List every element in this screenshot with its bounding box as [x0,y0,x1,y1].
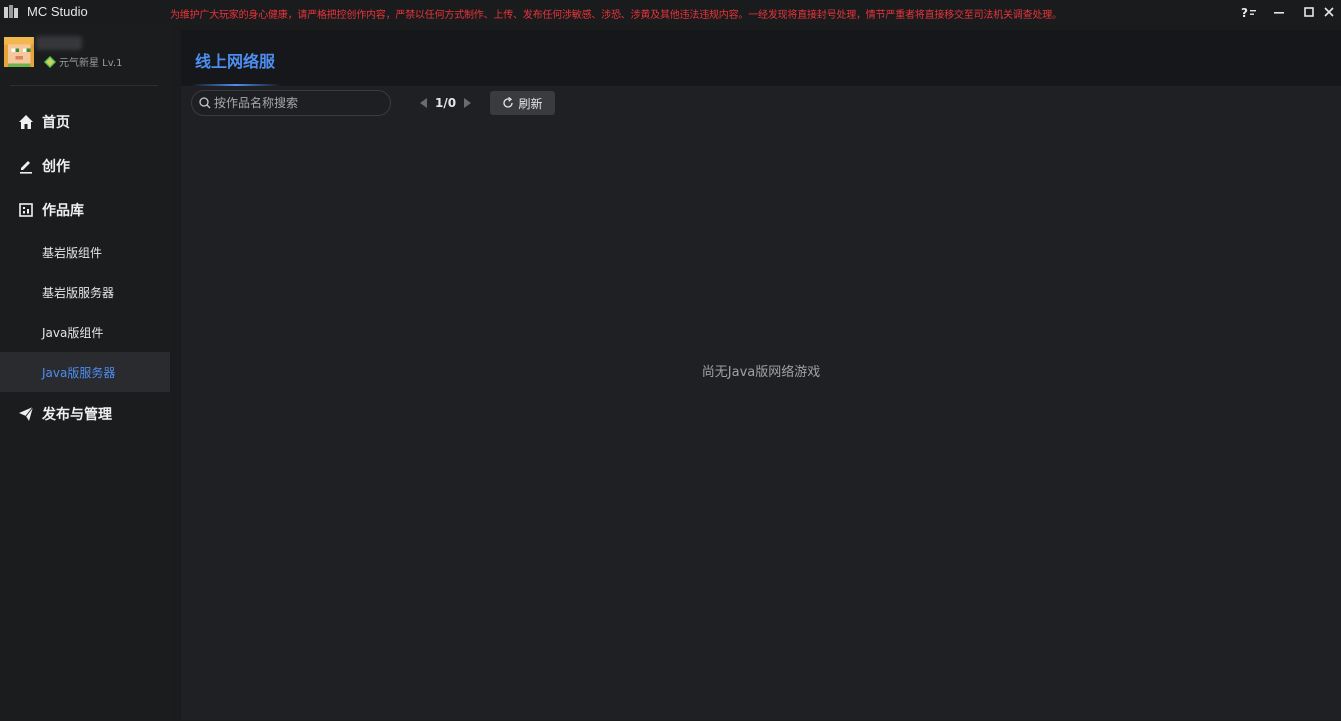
maximize-icon[interactable] [1298,2,1320,22]
search-input[interactable] [214,96,384,110]
send-icon [18,406,34,422]
title-underline [191,84,281,86]
nav-label: 创作 [42,159,70,175]
library-icon [18,202,34,218]
pencil-icon [18,158,34,174]
prev-page-icon[interactable] [419,98,429,108]
page-title: 线上网络服 [195,52,276,71]
avatar[interactable] [4,37,34,67]
nav-item-home[interactable]: 首页 [0,100,170,144]
nav-item-publish[interactable]: 发布与管理 [0,392,170,436]
title-bar: MC Studio 为维护广大玩家的身心健康，请严格把控创作内容，严禁以任何方式… [0,0,1341,24]
sidebar-item-java-components[interactable]: Java版组件 [0,312,170,352]
refresh-label: 刷新 [518,96,543,111]
divider [10,85,158,86]
sidebar-item-java-servers[interactable]: Java版服务器 [0,352,170,392]
level-badge: 元气新星 Lv.1 [44,54,122,69]
diamond-icon [44,55,56,68]
app-title: MC Studio [27,4,88,19]
next-page-icon[interactable] [462,98,472,108]
sidebar-item-bedrock-components[interactable]: 基岩版组件 [0,232,170,272]
help-icon[interactable]: ? [1238,2,1260,22]
search-icon [199,97,211,109]
username-blurred [36,36,82,50]
minimize-icon[interactable] [1268,2,1290,22]
nav-label: 首页 [42,115,70,131]
empty-state-message: 尚无Java版网络游戏 [701,365,821,380]
close-icon[interactable] [1318,2,1340,22]
nav-label: 作品库 [42,203,84,219]
home-icon [18,114,34,130]
nav-label: 发布与管理 [42,407,112,423]
search-box[interactable] [191,90,391,116]
page-indicator: 1/0 [435,96,457,110]
page-header: 线上网络服 [181,30,1341,86]
nav-item-create[interactable]: 创作 [0,144,170,188]
sidebar-item-bedrock-servers[interactable]: 基岩版服务器 [0,272,170,312]
level-text: 元气新星 Lv.1 [59,58,123,69]
main-panel: 线上网络服 1/0 刷新 尚无Java版网络游戏 [181,30,1341,720]
content-notice: 为维护广大玩家的身心健康，请严格把控创作内容，严禁以任何方式制作、上传、发布任何… [170,10,1062,21]
profile-section: 元气新星 Lv.1 [0,24,170,86]
pagination: 1/0 [419,90,472,116]
sidebar: 元气新星 Lv.1 首页 创作 作品库 基岩版组件 基岩版服务器 Java版组件… [0,24,170,721]
sidebar-nav: 首页 创作 作品库 基岩版组件 基岩版服务器 Java版组件 Java版服务器 … [0,100,170,436]
refresh-button[interactable]: 刷新 [490,91,555,115]
mc-studio-logo-icon [4,5,18,18]
nav-item-library[interactable]: 作品库 [0,188,170,232]
refresh-icon [503,97,514,108]
svg-text:?: ? [1241,6,1248,18]
